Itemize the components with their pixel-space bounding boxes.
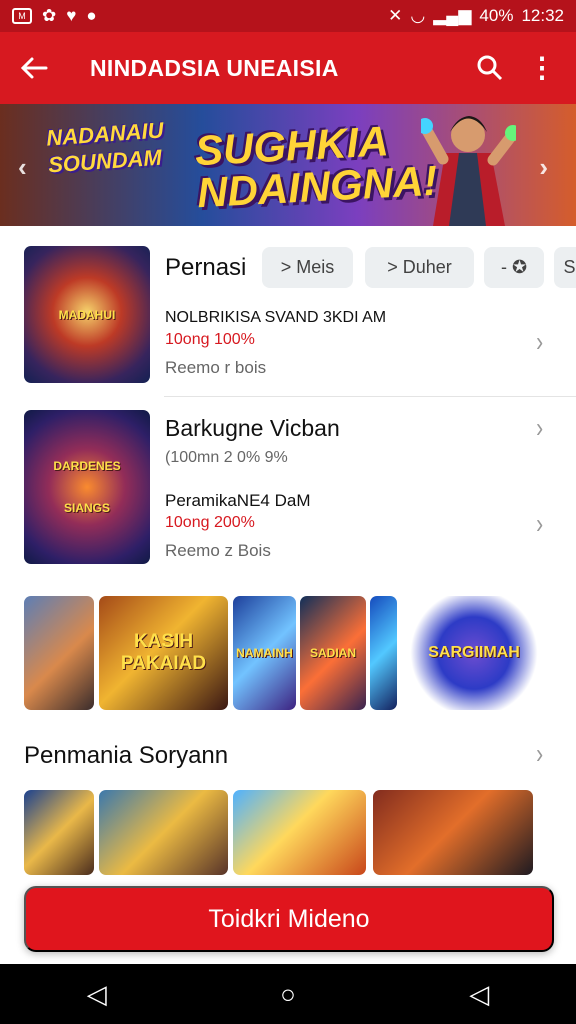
featured-game-rating: 10ong 100% bbox=[165, 331, 255, 348]
chip-star[interactable]: - ✪ bbox=[484, 247, 544, 288]
status-bar: M ✿ ♥ ● ✕ ◡ ▂▄▆ 40% 12:32 bbox=[0, 0, 576, 32]
clock: 12:32 bbox=[521, 6, 564, 25]
second-game-reviews: Reemo z Bois bbox=[165, 541, 271, 560]
shield-icon: ♥ bbox=[66, 6, 77, 25]
chevron-right-icon[interactable]: › bbox=[536, 326, 543, 358]
gallery-image-1[interactable] bbox=[24, 596, 94, 710]
gallery-image-6[interactable]: SARGIIMAH bbox=[410, 596, 538, 710]
home-nav-icon[interactable]: ○ bbox=[280, 979, 296, 1010]
recent-nav-icon[interactable]: ◁ bbox=[469, 979, 489, 1010]
banner-prev-arrow-icon[interactable]: ‹ bbox=[18, 152, 27, 183]
back-arrow-icon bbox=[20, 57, 48, 79]
search-button[interactable] bbox=[464, 42, 516, 94]
back-button[interactable] bbox=[8, 42, 60, 94]
featured-game-meta: Nolbrikisa svand 3kdi am bbox=[165, 309, 387, 326]
featured-game-thumbnail: MADAHUI bbox=[24, 246, 150, 383]
battery-level: 40% bbox=[479, 6, 514, 25]
mute-icon: ✕ bbox=[388, 6, 403, 25]
section-divider bbox=[164, 396, 576, 397]
game-thumb-3[interactable] bbox=[233, 790, 366, 875]
section-title: Penmania Soryann bbox=[24, 742, 229, 769]
settings-icon: ✿ bbox=[42, 6, 57, 25]
game-thumb-1[interactable] bbox=[24, 790, 94, 875]
second-game-size: (100mn 2 0% 9% bbox=[165, 449, 288, 466]
second-game-rating: 10ong 200% bbox=[165, 514, 255, 531]
back-nav-icon[interactable]: ◁ bbox=[87, 979, 107, 1010]
promo-banner[interactable]: NADANAIU SOUNDAM SUGHKIA NDAINGNA! ‹ › bbox=[0, 104, 576, 226]
banner-headline: SUGHKIA NDAINGNA! bbox=[193, 117, 439, 217]
chevron-right-icon[interactable]: › bbox=[536, 738, 543, 770]
message-icon: M bbox=[12, 8, 32, 24]
second-game-title: Barkugne Vicban bbox=[165, 415, 340, 441]
more-vertical-icon: ⋮ bbox=[528, 52, 556, 83]
featured-game-reviews: Reemo r bois bbox=[165, 358, 267, 377]
chip-duher[interactable]: > Duher bbox=[365, 247, 474, 288]
android-navigation-bar: ◁ ○ ◁ bbox=[0, 964, 576, 1024]
app-header: NINDADSIA UNEAISIA ⋮ bbox=[0, 32, 576, 104]
more-options-button[interactable]: ⋮ bbox=[516, 42, 568, 94]
game-thumb-2[interactable] bbox=[99, 790, 228, 875]
wifi-icon: ◡ bbox=[410, 6, 426, 25]
gallery-image-3[interactable]: NAMAINH bbox=[233, 596, 296, 710]
second-game-meta: PeramikaNE4 DaM bbox=[165, 491, 311, 510]
gallery-image-4[interactable]: SADIAN bbox=[300, 596, 366, 710]
gallery-image-2[interactable]: KASIH PAKAIAD bbox=[99, 596, 228, 710]
banner-next-arrow-icon[interactable]: › bbox=[539, 152, 548, 183]
banner-left-logo: NADANAIU SOUNDAM bbox=[45, 117, 165, 178]
notification-icon: ● bbox=[86, 6, 97, 25]
chip-meis[interactable]: > Meis bbox=[262, 247, 353, 288]
signal-icon: ▂▄▆ bbox=[433, 6, 472, 25]
search-icon bbox=[477, 55, 503, 81]
featured-game-title: Pernasi bbox=[165, 254, 247, 281]
second-game-thumbnail: DARDENES SIANGS bbox=[24, 410, 150, 564]
primary-action-button[interactable]: Toidkri Mideno bbox=[24, 886, 554, 952]
page-title: NINDADSIA UNEAISIA bbox=[90, 54, 339, 81]
notification-icons: M ✿ ♥ ● bbox=[12, 6, 97, 26]
chevron-right-icon[interactable]: › bbox=[536, 412, 543, 444]
game-thumb-4[interactable] bbox=[373, 790, 533, 875]
hero-character-image bbox=[421, 116, 516, 226]
gallery-image-5[interactable] bbox=[370, 596, 397, 710]
chip-more[interactable]: Sc bbox=[554, 247, 576, 288]
chevron-right-icon[interactable]: › bbox=[536, 508, 543, 540]
